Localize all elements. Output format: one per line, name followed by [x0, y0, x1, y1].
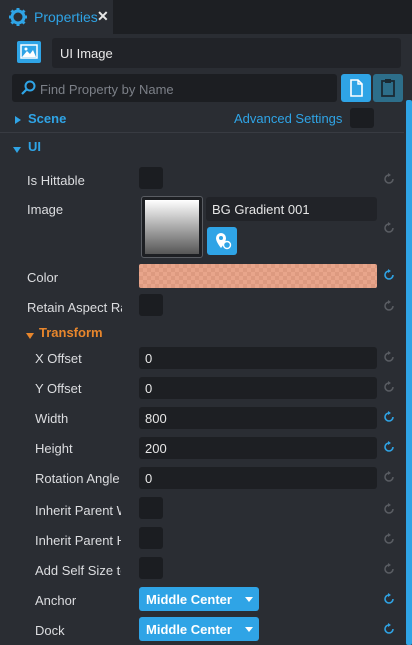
x-offset-input[interactable]: 0	[139, 347, 377, 369]
x-offset-label: X Offset	[35, 351, 82, 366]
color-label: Color	[27, 270, 59, 285]
reset-icon[interactable]	[383, 533, 395, 548]
retain-aspect-checkbox[interactable]	[139, 294, 163, 316]
property-height: Height 200	[0, 433, 404, 463]
gradient-preview	[145, 200, 199, 254]
search-icon	[20, 80, 36, 99]
image-asset-field[interactable]: BG Gradient 001	[206, 197, 377, 221]
anchor-label: Anchor	[35, 593, 77, 608]
reset-icon[interactable]	[383, 623, 395, 638]
width-value: 800	[145, 411, 167, 426]
tab-title: Properties	[34, 9, 98, 25]
dock-label: Dock	[35, 623, 65, 638]
dock-value: Middle Center	[146, 622, 232, 637]
property-width: Width 800	[0, 403, 404, 433]
reset-icon[interactable]	[383, 222, 395, 237]
image-thumbnail[interactable]	[141, 196, 203, 258]
inherit-height-checkbox[interactable]	[139, 527, 163, 549]
divider	[0, 132, 404, 133]
locate-asset-icon	[216, 233, 232, 250]
search-input[interactable]	[38, 78, 332, 100]
image-label: Image	[27, 202, 64, 217]
retain-aspect-label: Retain Aspect Ra	[27, 300, 122, 315]
property-add-self-size: Add Self Size to	[0, 555, 404, 585]
anchor-value: Middle Center	[146, 592, 232, 607]
reset-icon[interactable]	[383, 300, 395, 315]
gear-icon	[8, 7, 28, 30]
object-header: UI Image	[12, 38, 401, 68]
property-is-hittable: Is Hittable	[0, 165, 404, 195]
property-inherit-height: Inherit Parent H	[0, 525, 404, 555]
y-offset-label: Y Offset	[35, 381, 82, 396]
document-icon	[350, 79, 363, 97]
rotation-label: Rotation Angle	[35, 471, 120, 486]
section-ui[interactable]: UI	[0, 134, 404, 158]
property-x-offset: X Offset 0	[0, 343, 404, 373]
property-anchor: Anchor Middle Center	[0, 585, 404, 615]
reset-icon[interactable]	[383, 269, 395, 284]
x-offset-value: 0	[145, 351, 153, 366]
y-offset-value: 0	[145, 381, 153, 396]
reset-icon[interactable]	[383, 351, 395, 366]
reset-icon[interactable]	[383, 503, 395, 518]
inherit-width-checkbox[interactable]	[139, 497, 163, 519]
reset-icon[interactable]	[383, 563, 395, 578]
inherit-width-label: Inherit Parent W	[35, 503, 121, 518]
advanced-settings-label: Advanced Settings	[234, 111, 343, 126]
close-icon[interactable]: ✕	[97, 8, 109, 25]
vertical-scrollbar[interactable]	[406, 100, 412, 645]
property-retain-aspect: Retain Aspect Ra	[0, 292, 404, 322]
image-asset-name: BG Gradient 001	[212, 202, 310, 217]
advanced-settings-checkbox[interactable]	[350, 108, 374, 128]
object-name-field[interactable]: UI Image	[52, 38, 401, 68]
reset-icon[interactable]	[383, 471, 395, 486]
chevron-down-icon	[245, 627, 253, 632]
property-dock: Dock Middle Center	[0, 615, 404, 645]
chevron-down-icon	[245, 597, 253, 602]
locate-asset-button[interactable]	[207, 227, 237, 255]
is-hittable-label: Is Hittable	[27, 173, 85, 188]
reset-icon[interactable]	[383, 441, 395, 456]
reset-icon[interactable]	[383, 381, 395, 396]
property-search[interactable]	[12, 74, 337, 102]
property-rotation: Rotation Angle 0	[0, 463, 404, 493]
anchor-dropdown[interactable]: Middle Center	[139, 587, 259, 611]
ui-image-icon	[17, 41, 41, 63]
dock-dropdown[interactable]: Middle Center	[139, 617, 259, 641]
chevron-right-icon	[14, 113, 22, 128]
width-input[interactable]: 800	[139, 407, 377, 429]
height-value: 200	[145, 441, 167, 456]
section-ui-label: UI	[28, 139, 41, 154]
clipboard-button[interactable]	[373, 74, 403, 102]
reset-icon[interactable]	[383, 173, 395, 188]
tab-properties[interactable]: Properties ✕	[0, 0, 113, 34]
height-input[interactable]: 200	[139, 437, 377, 459]
rotation-value: 0	[145, 471, 153, 486]
chevron-down-icon	[12, 142, 22, 157]
chevron-down-icon[interactable]	[25, 328, 35, 343]
section-scene-label: Scene	[28, 111, 67, 126]
section-transform-label[interactable]: Transform	[39, 325, 103, 340]
height-label: Height	[35, 441, 73, 456]
add-self-size-checkbox[interactable]	[139, 557, 163, 579]
clipboard-icon	[381, 79, 395, 97]
section-scene[interactable]: Scene Advanced Settings	[0, 106, 404, 130]
inherit-height-label: Inherit Parent H	[35, 533, 121, 548]
color-swatch[interactable]	[139, 264, 377, 288]
property-y-offset: Y Offset 0	[0, 373, 404, 403]
tab-bar: Properties ✕	[0, 0, 412, 34]
width-label: Width	[35, 411, 69, 426]
is-hittable-checkbox[interactable]	[139, 167, 163, 189]
reset-icon[interactable]	[383, 411, 395, 426]
document-button[interactable]	[341, 74, 371, 102]
add-self-size-label: Add Self Size to	[35, 563, 121, 578]
object-name: UI Image	[60, 46, 113, 61]
reset-icon[interactable]	[383, 593, 395, 608]
property-inherit-width: Inherit Parent W	[0, 495, 404, 525]
y-offset-input[interactable]: 0	[139, 377, 377, 399]
rotation-input[interactable]: 0	[139, 467, 377, 489]
